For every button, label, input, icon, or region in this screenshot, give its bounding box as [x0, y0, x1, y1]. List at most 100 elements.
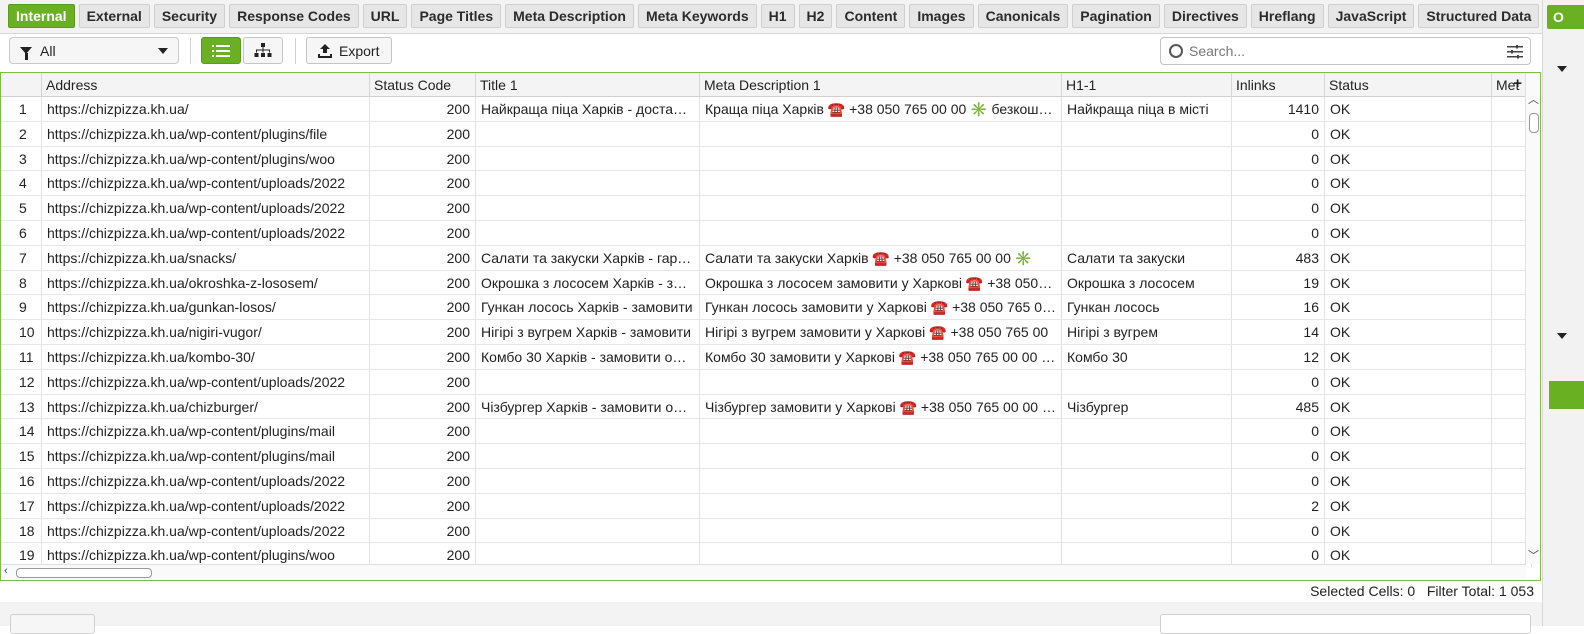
cell-status-code[interactable]: 200 [370, 493, 476, 518]
cell-h1-1[interactable]: Комбо 30 [1062, 345, 1232, 369]
cell-h1-1[interactable]: Гункан лосось [1062, 295, 1232, 320]
tab-url[interactable]: URL [362, 4, 408, 28]
cell-meta-description-1[interactable] [700, 369, 1062, 394]
cell-title-1[interactable]: Найкраща піца Харків - доставка [476, 97, 700, 121]
cell-inlinks[interactable]: 19 [1232, 270, 1325, 295]
column-header-status-code[interactable]: Status Code [370, 73, 476, 97]
cell-address[interactable]: https://chizpizza.kh.ua/wp-content/plugi… [42, 146, 370, 171]
cell-h1-1[interactable] [1062, 419, 1232, 444]
column-header-address[interactable]: Address [42, 73, 370, 97]
table-row[interactable]: 11 https://chizpizza.kh.ua/kombo-30/200 Ко… [1, 345, 1532, 370]
cell-meta-description-1[interactable]: Нігірі з вугрем замовити у Харкові ☎️ +3… [700, 320, 1062, 345]
cell-meta-description-1[interactable] [700, 419, 1062, 444]
cell-status-code[interactable]: 200 [370, 419, 476, 444]
cell-status[interactable]: OK [1325, 196, 1492, 221]
cell-status-code[interactable]: 200 [370, 221, 476, 245]
cell-status-code[interactable]: 200 [370, 320, 476, 345]
cell-status[interactable]: OK [1325, 469, 1492, 493]
filter-dropdown[interactable]: All [9, 37, 179, 64]
search-input[interactable] [1189, 43, 1489, 59]
cell-title-1[interactable] [476, 121, 700, 146]
table-row[interactable]: 15 https://chizpizza.kh.ua/wp-content/plu… [1, 444, 1532, 469]
table-row[interactable]: 9 https://chizpizza.kh.ua/gunkan-losos/20… [1, 295, 1532, 321]
cell-status[interactable]: OK [1325, 121, 1492, 146]
table-row[interactable]: 3 https://chizpizza.kh.ua/wp-content/plug… [1, 146, 1532, 172]
cell-meta-description-1[interactable]: Гункан лосось замовити у Харкові ☎️ +38 … [700, 295, 1062, 320]
cell-inlinks[interactable]: 0 [1232, 146, 1325, 171]
table-row[interactable]: 13 https://chizpizza.kh.ua/chizburger/200… [1, 394, 1532, 420]
lower-pane-search[interactable] [1160, 614, 1531, 634]
cell-row-number[interactable]: 11 [1, 345, 42, 369]
cell-title-1[interactable]: Салати та закуски Харків - гарячі [476, 245, 700, 270]
tab-meta-description[interactable]: Meta Description [505, 4, 634, 28]
cell-address[interactable]: https://chizpizza.kh.ua/wp-content/plugi… [42, 444, 370, 469]
cell-status[interactable]: OK [1325, 518, 1492, 543]
cell-status[interactable]: OK [1325, 146, 1492, 171]
cell-row-number[interactable]: 17 [1, 493, 42, 518]
tab-hreflang[interactable]: Hreflang [1250, 4, 1324, 28]
cell-status-code[interactable]: 200 [370, 270, 476, 295]
tab-internal[interactable]: Internal [8, 4, 75, 28]
export-button[interactable]: Export [306, 37, 392, 64]
add-column-icon[interactable]: + [1513, 75, 1522, 93]
cell-row-number[interactable]: 6 [1, 221, 42, 245]
column-header-status[interactable]: Status [1325, 73, 1492, 97]
cell-h1-1[interactable] [1062, 221, 1232, 245]
cell-inlinks[interactable]: 0 [1232, 171, 1325, 196]
cell-h1-1[interactable] [1062, 444, 1232, 469]
cell-row-number[interactable]: 4 [1, 171, 42, 196]
cell-inlinks[interactable]: 16 [1232, 295, 1325, 320]
cell-title-1[interactable] [476, 369, 700, 394]
cell-inlinks[interactable]: 12 [1232, 345, 1325, 369]
cell-address[interactable]: https://chizpizza.kh.ua/ [42, 97, 370, 121]
cell-row-number[interactable]: 18 [1, 518, 42, 543]
cell-status[interactable]: OK [1325, 345, 1492, 369]
cell-address[interactable]: https://chizpizza.kh.ua/wp-content/uploa… [42, 518, 370, 543]
table-row[interactable]: 12 https://chizpizza.kh.ua/wp-content/upl… [1, 369, 1532, 395]
cell-title-1[interactable] [476, 444, 700, 469]
table-row[interactable]: 14 https://chizpizza.kh.ua/wp-content/plu… [1, 419, 1532, 445]
cell-h1-1[interactable]: Чізбургер [1062, 394, 1232, 419]
cell-row-number[interactable]: 8 [1, 270, 42, 295]
vertical-scrollbar[interactable]: ︿ ﹀ [1525, 73, 1540, 564]
cell-meta-description-1[interactable]: Чізбургер замовити у Харкові ☎️ +38 050 … [700, 394, 1062, 419]
cell-inlinks[interactable]: 483 [1232, 245, 1325, 270]
cell-title-1[interactable] [476, 469, 700, 493]
cell-row-number[interactable]: 10 [1, 320, 42, 345]
cell-status-code[interactable]: 200 [370, 121, 476, 146]
cell-address[interactable]: https://chizpizza.kh.ua/chizburger/ [42, 394, 370, 419]
cell-status[interactable]: OK [1325, 444, 1492, 469]
cell-status-code[interactable]: 200 [370, 394, 476, 419]
cell-status-code[interactable]: 200 [370, 97, 476, 121]
side-panel-selected-item[interactable] [1549, 381, 1584, 409]
cell-h1-1[interactable] [1062, 171, 1232, 196]
tab-meta-keywords[interactable]: Meta Keywords [637, 4, 757, 28]
cell-inlinks[interactable]: 0 [1232, 121, 1325, 146]
cell-meta-description-1[interactable] [700, 444, 1062, 469]
column-header-meta-description-1[interactable]: Meta Description 1 [700, 73, 1062, 97]
cell-address[interactable]: https://chizpizza.kh.ua/wp-content/uploa… [42, 196, 370, 221]
cell-row-number[interactable]: 2 [1, 121, 42, 146]
cell-row-number[interactable]: 9 [1, 295, 42, 320]
tab-images[interactable]: Images [909, 4, 974, 28]
cell-title-1[interactable]: Комбо 30 Харків - замовити онлайн [476, 345, 700, 369]
cell-title-1[interactable] [476, 518, 700, 543]
table-row[interactable]: 17 https://chizpizza.kh.ua/wp-content/upl… [1, 493, 1532, 519]
cell-h1-1[interactable] [1062, 369, 1232, 394]
settings-sliders-icon[interactable] [1507, 45, 1523, 59]
table-row[interactable]: 2 https://chizpizza.kh.ua/wp-content/plug… [1, 121, 1532, 147]
cell-inlinks[interactable]: 0 [1232, 444, 1325, 469]
tab-content[interactable]: Content [836, 4, 906, 28]
cell-meta-description-1[interactable]: Окрошка з лососем замовити у Харкові ☎️ … [700, 270, 1062, 295]
tab-external[interactable]: External [78, 4, 150, 28]
cell-meta-description-1[interactable] [700, 121, 1062, 146]
cell-inlinks[interactable]: 0 [1232, 419, 1325, 444]
cell-meta-description-1[interactable] [700, 171, 1062, 196]
cell-inlinks[interactable]: 0 [1232, 518, 1325, 543]
cell-meta-description-1[interactable]: Краща піца Харків ☎️ +38 050 765 00 00 ✳… [700, 97, 1062, 121]
cell-row-number[interactable]: 13 [1, 394, 42, 419]
tab-security[interactable]: Security [153, 4, 226, 28]
cell-meta-description-1[interactable]: Салати та закуски Харків ☎️ +38 050 765 … [700, 245, 1062, 270]
cell-h1-1[interactable]: Окрошка з лососем [1062, 270, 1232, 295]
cell-meta-description-1[interactable]: Комбо 30 замовити у Харкові ☎️ +38 050 7… [700, 345, 1062, 369]
